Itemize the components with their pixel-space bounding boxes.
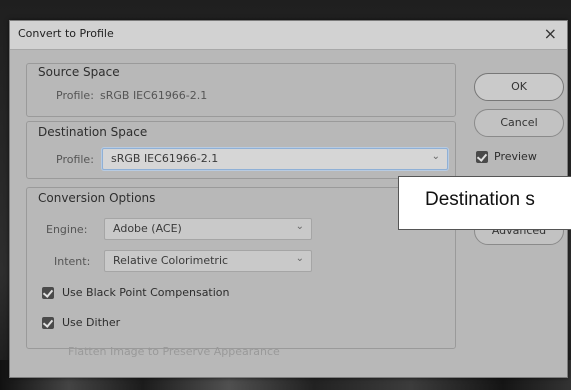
black-point-checkbox[interactable] [42,287,54,299]
preview-label: Preview [494,150,537,163]
dialog-title: Convert to Profile [18,27,114,40]
source-profile-value: sRGB IEC61966-2.1 [100,89,208,102]
conversion-options-heading: Conversion Options [38,191,156,205]
intent-label: Intent: [54,255,91,268]
chevron-down-icon: ⌄ [431,151,440,162]
chevron-down-icon: ⌄ [295,221,304,232]
dither-label: Use Dither [62,316,121,329]
destination-profile-value: sRGB IEC61966-2.1 [111,152,219,165]
engine-value: Adobe (ACE) [113,222,182,235]
source-profile-label: Profile: [56,89,94,102]
source-space-heading: Source Space [38,65,120,79]
destination-space-heading: Destination Space [38,125,148,139]
close-icon[interactable]: × [544,24,557,43]
annotation-callout: Destination s [398,176,571,230]
engine-select[interactable]: Adobe (ACE) ⌄ [104,218,312,240]
cancel-button[interactable]: Cancel [474,109,564,137]
dither-checkbox[interactable] [42,317,54,329]
black-point-label: Use Black Point Compensation [62,286,230,299]
intent-select[interactable]: Relative Colorimetric ⌄ [104,250,312,272]
flatten-image-label: Flatten Image to Preserve Appearance [68,345,280,358]
engine-label: Engine: [46,223,88,236]
callout-text: Destination s [425,189,535,210]
destination-profile-label: Profile: [56,153,94,166]
intent-value: Relative Colorimetric [113,254,229,267]
preview-checkbox[interactable] [476,151,488,163]
destination-profile-select[interactable]: sRGB IEC61966-2.1 ⌄ [102,148,448,170]
chevron-down-icon: ⌄ [295,253,304,264]
ok-button[interactable]: OK [474,73,564,101]
dialog-titlebar: Convert to Profile × [10,21,567,50]
